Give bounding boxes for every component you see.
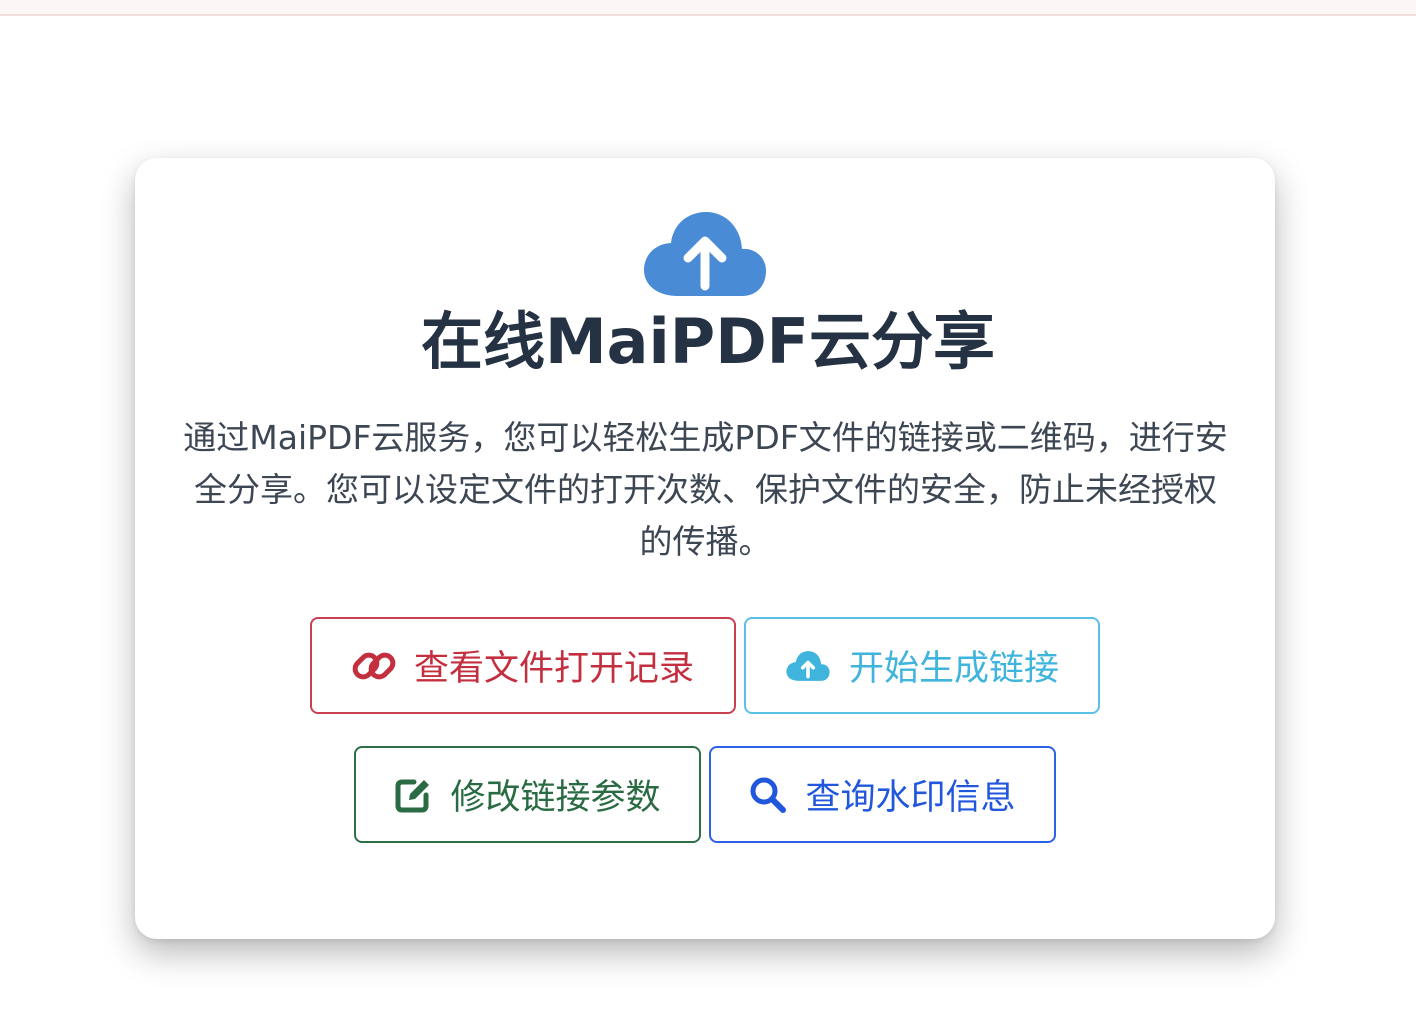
modify-params-button[interactable]: 修改链接参数: [354, 746, 701, 843]
cloud-upload-icon: [785, 649, 831, 683]
query-watermark-label: 查询水印信息: [805, 778, 1016, 818]
search-icon: [749, 776, 787, 814]
query-watermark-button[interactable]: 查询水印信息: [709, 746, 1056, 843]
generate-link-label: 开始生成链接: [848, 649, 1059, 689]
top-strip: [0, 0, 1416, 16]
page-description: 通过MaiPDF云服务，您可以轻松生成PDF文件的链接或二维码，进行安全分享。您…: [183, 418, 1228, 561]
view-records-button[interactable]: 查看文件打开记录: [310, 617, 736, 714]
link-icon: [352, 644, 396, 688]
edit-icon: [394, 776, 432, 814]
generate-link-button[interactable]: 开始生成链接: [744, 617, 1100, 714]
view-records-label: 查看文件打开记录: [413, 649, 694, 689]
cloud-upload-icon: [644, 212, 766, 296]
page-title: 在线MaiPDF云分享: [420, 305, 996, 378]
modify-params-label: 修改链接参数: [450, 778, 661, 818]
